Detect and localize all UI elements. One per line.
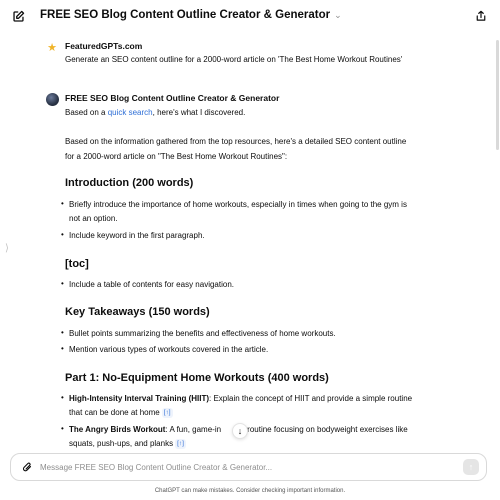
heading-part-1: Part 1: No-Equipment Home Workouts (400 … [65, 372, 329, 384]
send-arrow-icon[interactable]: ↑ [463, 459, 479, 475]
part1-bullet-2-line2: squats, push-ups, and planks [↑] [69, 439, 186, 449]
citation-link[interactable]: [↑] [175, 439, 186, 449]
gpt-avatar [46, 93, 59, 106]
message-input[interactable] [40, 460, 440, 475]
intro-paragraph-line2: for a 2000-word article on "The Best Hom… [65, 152, 288, 161]
intro-bullet-1-line1: Briefly introduce the importance of home… [69, 200, 407, 209]
disclaimer-text: ChatGPT can make mistakes. Consider chec… [154, 488, 346, 494]
user-message-text: Generate an SEO content outline for a 20… [65, 55, 403, 64]
chevron-down-icon: ⌄ [334, 9, 342, 20]
toc-bullet-1: Include a table of contents for easy nav… [69, 280, 234, 289]
quick-search-link[interactable]: quick search [108, 108, 153, 117]
message-composer: ↑ [10, 453, 487, 481]
bullet-dot: • [61, 279, 64, 288]
bullet-dot: • [61, 424, 64, 433]
search-note: Based on a quick search, here's what I d… [65, 108, 246, 117]
scrollbar[interactable] [496, 40, 499, 150]
gpt-title-dropdown[interactable]: FREE SEO Blog Content Outline Creator & … [40, 9, 342, 21]
bullet-dot: • [61, 230, 64, 239]
intro-bullet-2: Include keyword in the first paragraph. [69, 231, 205, 240]
paperclip-icon[interactable] [20, 460, 34, 474]
heading-introduction: Introduction (200 words) [65, 177, 194, 189]
scroll-down-arrow-icon[interactable]: ↓ [232, 423, 248, 439]
intro-bullet-1-line2: not an option. [69, 214, 118, 223]
user-name: FeaturedGPTs.com [65, 41, 143, 51]
assistant-name: FREE SEO Blog Content Outline Creator & … [65, 93, 280, 103]
intro-paragraph-line1: Based on the information gathered from t… [65, 137, 407, 146]
sidebar-toggle-icon[interactable]: ⟩ [5, 243, 9, 254]
new-chat-icon[interactable] [10, 8, 26, 24]
heading-key-takeaways: Key Takeaways (150 words) [65, 306, 210, 318]
bullet-dot: • [61, 199, 64, 208]
bullet-dot: • [61, 393, 64, 402]
top-bar: FREE SEO Blog Content Outline Creator & … [0, 0, 500, 32]
takeaways-bullet-1: Bullet points summarizing the benefits a… [69, 329, 336, 338]
bullet-dot: • [61, 344, 64, 353]
takeaways-bullet-2: Mention various types of workouts covere… [69, 345, 269, 354]
share-icon[interactable] [472, 7, 490, 25]
part1-bullet-1-line1: High-Intensity Interval Training (HIIT):… [69, 394, 413, 403]
citation-link[interactable]: [↑] [161, 408, 173, 418]
heading-toc: [toc] [65, 258, 89, 270]
bullet-dot: • [61, 328, 64, 337]
part1-bullet-1-line2: that can be done at home [↑] [69, 408, 173, 418]
gpt-title: FREE SEO Blog Content Outline Creator & … [40, 9, 331, 21]
user-avatar-star-icon: ★ [47, 41, 57, 54]
